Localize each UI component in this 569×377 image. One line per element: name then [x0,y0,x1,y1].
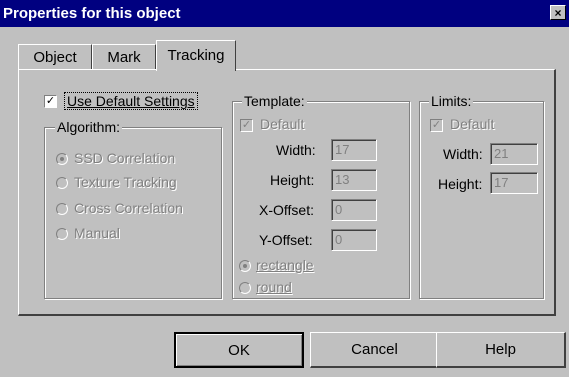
template-width-label: Width: [276,142,316,158]
window-title: Properties for this object [3,5,181,22]
radio-rectangle[interactable] [239,260,251,272]
tab-mark[interactable]: Mark [92,44,156,70]
template-xoffset-field[interactable]: 0 [331,199,377,221]
rectangle-label: rectangle [256,257,314,273]
limits-width-label: Width: [443,146,483,162]
limits-height-label: Height: [438,176,483,192]
template-width-field[interactable]: 17 [331,139,377,161]
round-label: round [256,279,292,295]
algorithm-legend: Algorithm: [55,119,123,135]
ok-button[interactable]: OK [174,332,304,368]
radio-round[interactable] [239,282,251,294]
close-icon[interactable]: × [550,5,566,20]
manual-label: Manual [74,225,120,241]
tab-label: Mark [107,49,141,66]
tab-label: Tracking [167,47,225,64]
template-yoffset-label: Y-Offset: [259,232,313,248]
use-default-checkbox[interactable]: ✓ [44,95,57,108]
use-default-label[interactable]: Use Default Settings [64,92,198,110]
limits-height-field[interactable]: 17 [490,172,538,194]
template-yoffset-field[interactable]: 0 [331,229,377,251]
cancel-button[interactable]: Cancel [310,332,440,368]
template-default-label: Default [260,116,305,132]
template-height-field[interactable]: 13 [331,169,377,191]
limits-width-field[interactable]: 21 [490,143,538,165]
tab-tracking[interactable]: Tracking [156,40,236,71]
help-button[interactable]: Help [436,332,566,368]
template-default-checkbox[interactable]: ✓ [240,119,253,132]
radio-texture-tracking[interactable] [56,177,68,189]
use-default-text: Use Default Settings [67,93,195,109]
template-legend: Template: [242,93,307,109]
limits-default-label: Default [450,116,495,132]
radio-cross-correlation[interactable] [56,203,68,215]
limits-legend: Limits: [429,93,474,109]
cross-correlation-label: Cross Correlation [74,200,183,216]
tab-object[interactable]: Object [18,44,92,70]
title-bar: Properties for this object × [0,0,569,27]
tab-label: Object [33,49,77,66]
template-height-label: Height: [270,172,315,188]
ssd-correlation-label: SSD Correlation [74,150,176,166]
radio-manual[interactable] [56,228,68,240]
limits-default-checkbox[interactable]: ✓ [430,119,443,132]
template-xoffset-label: X-Offset: [259,202,314,218]
radio-ssd-correlation[interactable] [56,153,68,165]
texture-tracking-label: Texture Tracking [74,174,177,190]
